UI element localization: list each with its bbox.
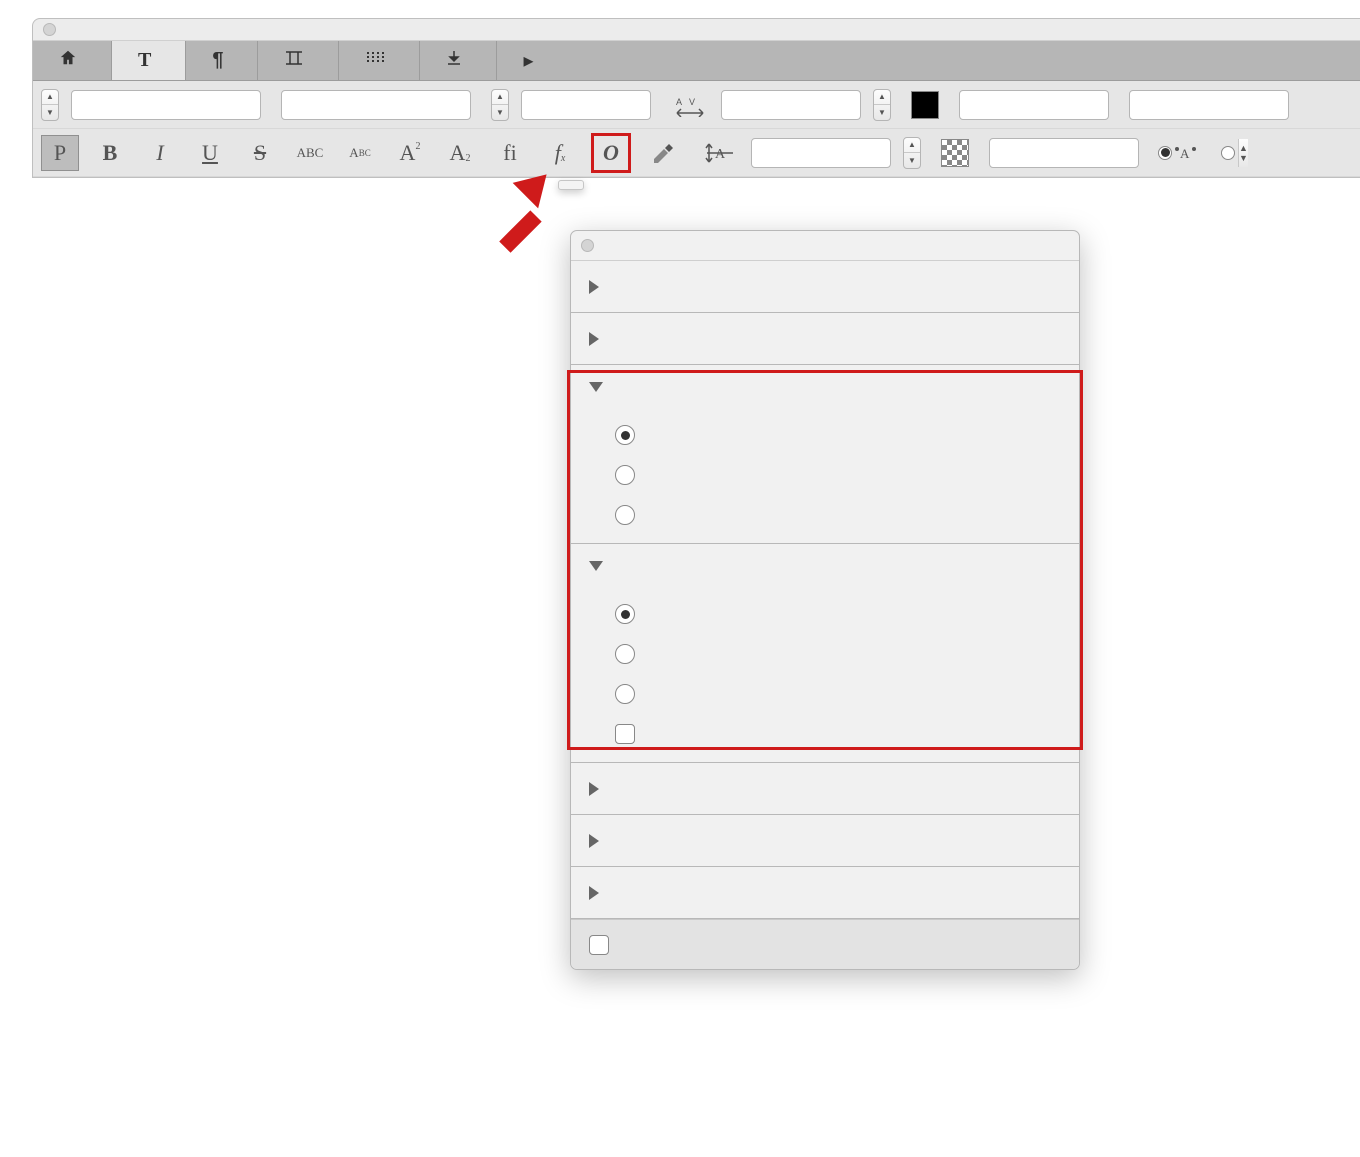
subscript-toggle[interactable]: A2 (441, 135, 479, 171)
fraction-toggle[interactable]: fx (541, 135, 579, 171)
smallcaps-toggle[interactable]: ABC (341, 135, 379, 171)
size-stepper[interactable]: ▲▼ (491, 89, 509, 121)
figure-widths-tabular[interactable] (571, 455, 1079, 495)
radio-icon[interactable] (615, 505, 635, 525)
section-figure-styles[interactable] (571, 544, 1079, 588)
opentype-tooltip (558, 180, 584, 190)
radio-icon[interactable] (615, 465, 635, 485)
radio-icon[interactable] (615, 604, 635, 624)
rules-icon (284, 49, 304, 73)
font-stepper[interactable]: ▲▼ (41, 89, 59, 121)
panel-footer[interactable] (571, 919, 1079, 969)
svg-text:A: A (1180, 146, 1190, 161)
figure-styles-slashed-zero[interactable] (571, 714, 1079, 754)
opentype-styles-panel (570, 230, 1080, 970)
tab-character[interactable]: T (112, 41, 186, 80)
character-row-2: P B I U S ABC ABC A2 A2 fi fx O A ▲▼ ▲▼ … (33, 129, 1360, 177)
language-input[interactable] (1130, 91, 1360, 119)
section-figure-widths[interactable] (571, 365, 1079, 409)
baseline-shift-icon: A (701, 135, 739, 171)
titlebar (33, 19, 1360, 41)
tab-paragraph[interactable]: ¶ (186, 41, 258, 80)
auto-kern-radio[interactable]: A (1159, 135, 1197, 171)
figure-widths-body (571, 409, 1079, 544)
figure-styles-body (571, 588, 1079, 763)
language-combo[interactable] (1129, 90, 1289, 120)
app-window: T ¶ ▸ ▲▼ (32, 18, 1360, 178)
disclosure-right-icon (589, 834, 599, 848)
panel-titlebar (571, 231, 1079, 261)
baseline-stepper[interactable]: ▲▼ (903, 137, 921, 169)
overflow-indicator: ▸ (523, 48, 533, 73)
color-swatch[interactable] (911, 91, 939, 119)
vscale-combo[interactable]: ▲▼ (989, 138, 1139, 168)
figure-widths-proportional[interactable] (571, 495, 1079, 535)
italic-toggle[interactable]: I (141, 135, 179, 171)
svg-text:A: A (715, 147, 726, 162)
shade-swatch[interactable] (941, 139, 969, 167)
manual-kern-radio[interactable] (1209, 135, 1247, 171)
tab-home[interactable] (33, 41, 112, 80)
section-stylistic-sets[interactable] (571, 867, 1079, 919)
figure-styles-lining[interactable] (571, 634, 1079, 674)
close-window-icon[interactable] (43, 23, 56, 36)
radio-icon[interactable] (615, 644, 635, 664)
disclosure-right-icon (589, 886, 599, 900)
column-flow-icon (365, 49, 385, 73)
paragraph-icon: ¶ (212, 49, 223, 72)
character-row-1: ▲▼ ▲▼ ▲▼ ▲▼ ▲▼ AV ▲▼ ▲▼ (33, 81, 1360, 129)
svg-text:A: A (676, 97, 682, 107)
tracking-stepper[interactable]: ▲▼ (873, 89, 891, 121)
disclosure-right-icon (589, 782, 599, 796)
strikethrough-toggle[interactable]: S (241, 135, 279, 171)
font-style-combo[interactable]: ▲▼ (281, 90, 471, 120)
svg-text:V: V (689, 97, 695, 107)
superscript-toggle[interactable]: A2 (391, 135, 429, 171)
tab-rules[interactable] (258, 41, 339, 80)
size-combo[interactable]: ▲▼ (521, 90, 651, 120)
figure-widths-default[interactable] (571, 415, 1079, 455)
figure-styles-oldstyle[interactable] (571, 674, 1079, 714)
disclosure-down-icon (589, 382, 603, 392)
highlighter-icon[interactable] (643, 135, 681, 171)
ligature-toggle[interactable]: fi (491, 135, 529, 171)
bold-toggle[interactable]: B (91, 135, 129, 171)
disclosure-right-icon (589, 332, 599, 346)
panel-close-icon[interactable] (581, 239, 594, 252)
vscale-input[interactable] (990, 139, 1238, 167)
checkbox-icon[interactable] (615, 724, 635, 744)
allcaps-toggle[interactable]: ABC (291, 135, 329, 171)
home-icon (59, 49, 77, 73)
section-ligatures[interactable] (571, 261, 1079, 313)
plain-style-toggle[interactable]: P (41, 135, 79, 171)
ribbon-tabs: T ¶ ▸ (33, 41, 1360, 81)
callout-arrow-icon (488, 172, 548, 232)
hscale-combo[interactable]: ▲▼ (959, 90, 1109, 120)
tab-overflow[interactable]: ▸ (497, 41, 559, 80)
tab-tabs[interactable] (420, 41, 497, 80)
section-capitals[interactable] (571, 313, 1079, 365)
character-icon: T (138, 49, 151, 72)
checkbox-icon[interactable] (589, 935, 609, 955)
underline-toggle[interactable]: U (191, 135, 229, 171)
radio-icon[interactable] (615, 425, 635, 445)
section-alternates[interactable] (571, 763, 1079, 815)
figure-styles-default[interactable] (571, 594, 1079, 634)
section-figure-positions[interactable] (571, 815, 1079, 867)
tracking-combo[interactable] (721, 90, 861, 120)
tabs-icon (446, 49, 462, 73)
radio-icon[interactable] (615, 684, 635, 704)
font-name-combo[interactable]: ▲▼ (71, 90, 261, 120)
disclosure-right-icon (589, 280, 599, 294)
tracking-icon: AV (671, 87, 709, 123)
tab-column-flow[interactable] (339, 41, 420, 80)
baseline-combo[interactable] (751, 138, 891, 168)
opentype-button[interactable]: O (591, 133, 631, 173)
disclosure-down-icon (589, 561, 603, 571)
